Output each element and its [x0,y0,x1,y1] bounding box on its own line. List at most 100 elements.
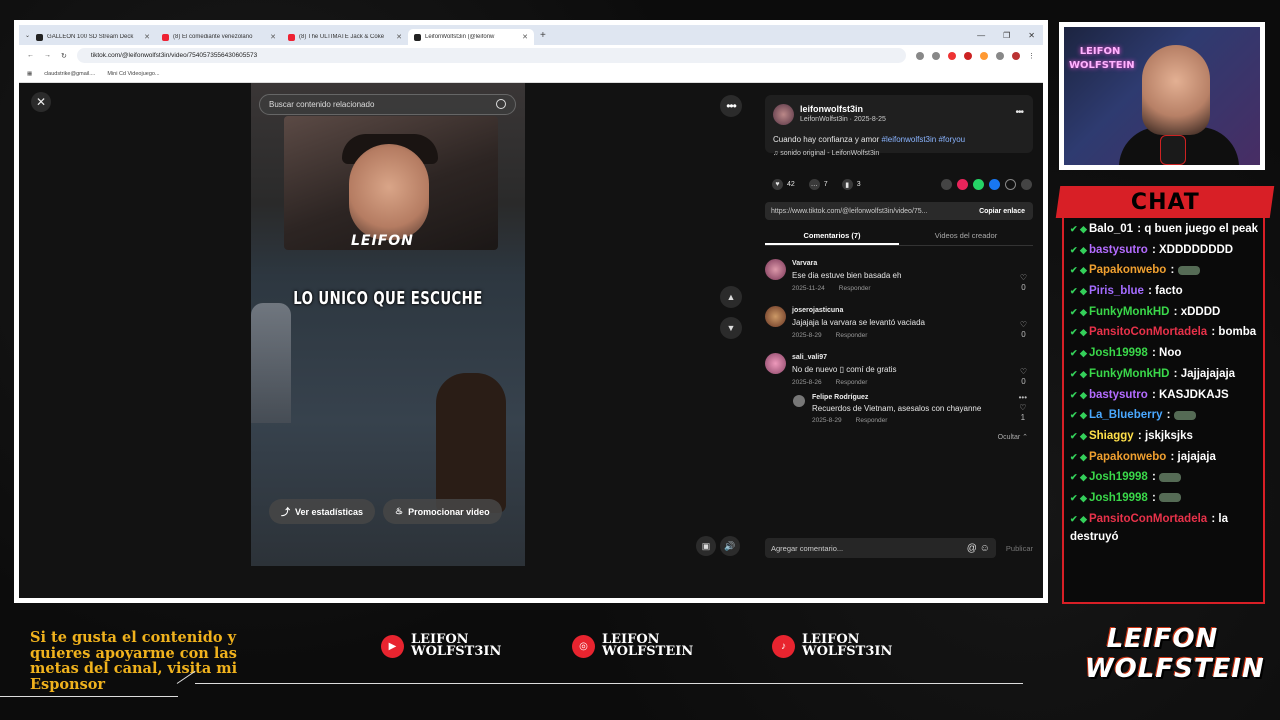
chat-separator: : [1163,409,1174,422]
chat-username[interactable]: PansitoConMortadela [1089,326,1207,338]
close-window-icon[interactable]: ✕ [1028,31,1035,40]
comment-like-button[interactable]: ♡ 0 [1020,367,1027,387]
volume-icon[interactable]: 🔊 [720,536,740,556]
author-username[interactable]: leifonwolfst3in [800,104,863,114]
avatar[interactable] [773,104,794,125]
search-icon[interactable] [496,99,506,109]
video-player[interactable]: LEIFON LO UNICO QUE ESCUCHE Buscar conte… [251,83,525,566]
picture-in-picture-icon[interactable]: ▣ [696,536,716,556]
comment-button[interactable]: … 7 [808,179,828,190]
tab-tiktok[interactable]: LeifonWolfst3in (@leifonw ✕ [408,29,535,45]
avatar[interactable] [793,395,805,407]
copy-link-button[interactable]: Copiar enlace [971,208,1033,215]
hashtags-link[interactable]: #leifonwolfst3in #foryou [882,135,966,144]
hide-replies-button[interactable]: Ocultar ⌃ [998,433,1028,441]
comment-like-button[interactable]: ♡ 0 [1020,320,1027,340]
opera-icon[interactable] [964,51,972,60]
tab-jack-coke[interactable]: (8) The ULTIMATE Jack & Coke ✕ [282,29,408,45]
comment-like-button[interactable]: ••• ♡ 1 [1019,393,1027,423]
promote-video-button[interactable]: ♨ Promocionar video [383,499,502,524]
chat-username[interactable]: La_Blueberry [1089,409,1163,421]
comment-input[interactable]: Agregar comentario... @ ☺ [765,538,996,558]
chat-username[interactable]: Balo_01 [1089,223,1133,235]
chat-username[interactable]: Piris_blue [1089,285,1144,297]
like-button[interactable]: ♥ 42 [772,179,795,190]
avatar[interactable] [765,259,786,280]
apps-grid-icon[interactable]: ▦ [27,71,32,77]
comment-like-count: 0 [1021,377,1026,386]
chat-separator: : [1208,512,1219,525]
share-link-text[interactable]: https://www.tiktok.com/@leifonwolfst3in/… [771,208,928,215]
tab-close-icon[interactable]: ✕ [396,33,402,41]
comment-user[interactable]: sali_vali97 [792,354,827,361]
save-button[interactable]: ▮ 3 [841,179,861,190]
chat-username[interactable]: PansitoConMortadela [1089,513,1207,525]
comment-user[interactable]: Varvara [792,260,817,267]
tiktok-page: ✕ LEIFON LO UNICO QUE ESCUCHE Buscar con… [19,83,1043,598]
tab-galleon[interactable]: GALLEON 100 SD Stream Deck ✕ [30,29,156,45]
chat-username[interactable]: Josh19998 [1089,347,1148,359]
next-video-icon[interactable]: ▼ [720,317,742,339]
avatar[interactable] [765,306,786,327]
chat-username[interactable]: Papakonwebo [1089,451,1166,463]
install-icon[interactable] [916,51,924,60]
close-icon[interactable]: ✕ [31,92,51,112]
url-field[interactable]: tiktok.com/@leifonwolfst3in/video/754057… [76,48,906,63]
reload-icon[interactable]: ↻ [61,52,67,60]
tab-close-icon[interactable]: ✕ [270,33,276,41]
tab-close-icon[interactable]: ✕ [144,33,150,41]
comment-like-button[interactable]: ♡ 0 [1020,273,1027,293]
reply-button[interactable]: Responder [836,379,868,386]
extension-icon[interactable] [980,51,988,60]
new-tab-button[interactable]: + [540,30,546,41]
brand-logo: LEIFON WOLFSTEIN [1085,624,1264,690]
back-icon[interactable]: ← [27,52,34,59]
chat-username[interactable]: Josh19998 [1089,471,1148,483]
reply-button[interactable]: Responder [856,417,888,424]
reply-button[interactable]: Responder [836,332,868,339]
puzzle-icon[interactable] [996,51,1004,60]
publish-button[interactable]: Publicar [996,544,1033,553]
tab-close-icon[interactable]: ✕ [522,33,528,41]
comment-user[interactable]: joserojasticuna [792,307,843,314]
chat-badge-icon: ✔ ◆ [1070,389,1087,400]
extension-icon[interactable] [948,51,956,60]
chat-message: ✔ ◆ Josh19998 : [1070,468,1262,487]
chat-username[interactable]: FunkyMonkHD [1089,368,1170,380]
prev-video-icon[interactable]: ▲ [720,286,742,308]
author-more-icon[interactable]: ••• [1015,107,1023,118]
embed-icon[interactable] [941,179,952,190]
send-icon[interactable] [957,179,968,190]
whatsapp-icon[interactable] [973,179,984,190]
minimize-icon[interactable]: — [977,31,985,40]
view-stats-button[interactable]: ⤴ Ver estadísticas [269,499,376,524]
chat-badge-icon: ✔ ◆ [1070,348,1087,359]
maximize-icon[interactable]: ❐ [1003,31,1010,40]
facebook-icon[interactable] [989,179,1000,190]
mention-emoji-icons[interactable]: @ ☺ [967,543,996,554]
bookmark-star-icon[interactable] [932,51,940,60]
forward-icon[interactable]: → [44,52,51,59]
sound-link[interactable]: ♫ sonido original - LeifonWolfst3in [773,150,879,157]
x-icon[interactable] [1005,179,1016,190]
chat-username[interactable]: Papakonwebo [1089,264,1166,276]
tab-comediante[interactable]: (8) El comediante venezolano ✕ [156,29,282,45]
avatar[interactable] [765,353,786,374]
chat-username[interactable]: bastysutro [1089,244,1148,256]
chat-username[interactable]: Josh19998 [1089,492,1148,504]
related-search-input[interactable]: Buscar contenido relacionado [259,94,516,115]
reply-button[interactable]: Responder [839,285,871,292]
chat-username[interactable]: Shiaggy [1089,430,1134,442]
comment-user[interactable]: Felipe Rodríguez [812,394,868,401]
profile-icon[interactable] [1012,51,1020,60]
chat-username[interactable]: FunkyMonkHD [1089,306,1170,318]
chat-username[interactable]: bastysutro [1089,389,1148,401]
tab-comments[interactable]: Comentarios (7) [765,226,899,245]
bookmark-gmail[interactable]: claudstrike@gmail.... [44,71,95,77]
tab-creator-videos[interactable]: Videos del creador [899,226,1033,245]
menu-kebab-icon[interactable]: ⋮ [1028,52,1035,60]
chat-text: Noo [1159,347,1182,360]
bookmark-minicd[interactable]: Mini Cd Videojuego... [107,71,159,77]
share-icon[interactable] [1021,179,1032,190]
more-options-icon[interactable]: ••• [720,95,742,117]
